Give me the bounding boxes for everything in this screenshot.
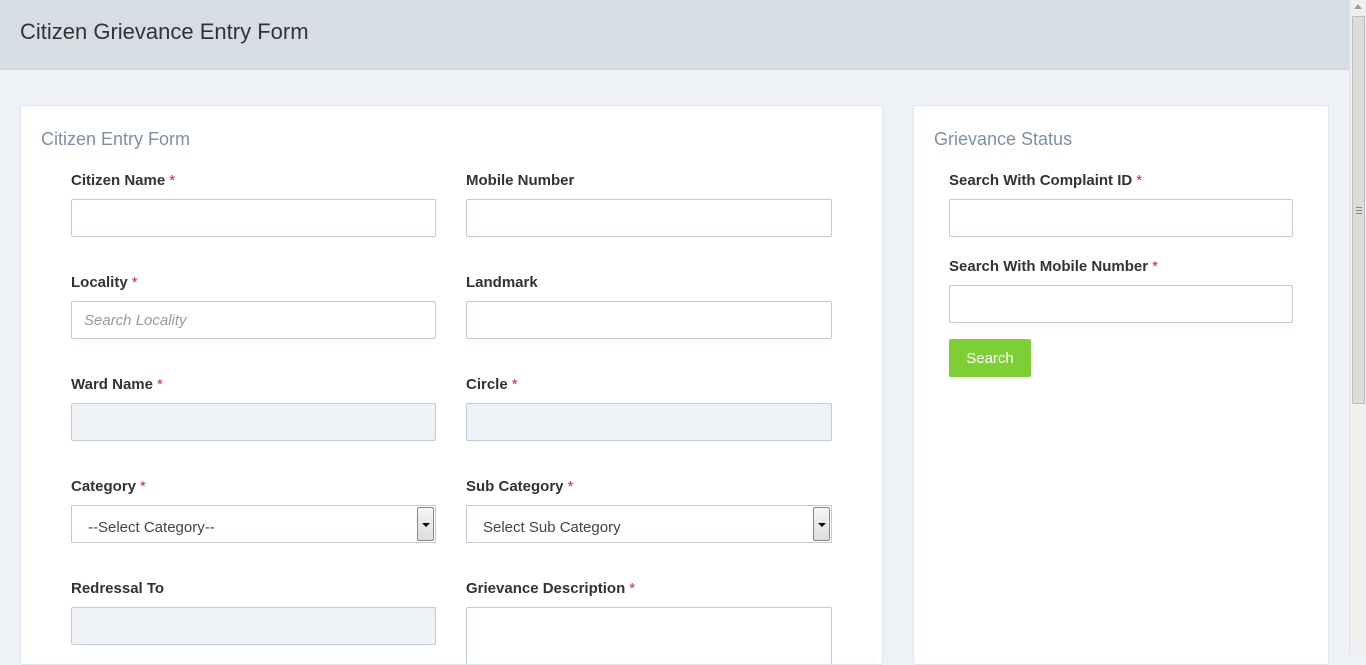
sub-category-select[interactable]: Select Sub Category: [466, 505, 832, 543]
mobile-number-input[interactable]: [466, 199, 832, 237]
locality-search-input[interactable]: [71, 301, 436, 339]
ward-name-input: [71, 403, 436, 441]
grievance-status-panel: Grievance Status Search With Complaint I…: [913, 105, 1329, 665]
complaint-id-label: Search With Complaint ID *: [949, 172, 1143, 189]
redressal-to-input: [71, 607, 436, 645]
category-label: Category *: [71, 478, 146, 495]
status-mobile-input[interactable]: [949, 285, 1293, 323]
status-form-title: Grievance Status: [934, 129, 1073, 149]
locality-label: Locality *: [71, 274, 138, 291]
category-select[interactable]: --Select Category--: [71, 505, 436, 543]
grievance-description-textarea[interactable]: [466, 607, 832, 664]
status-mobile-label: Search With Mobile Number *: [949, 258, 1158, 275]
complaint-id-input[interactable]: [949, 199, 1293, 237]
entry-form-title: Citizen Entry Form: [41, 129, 191, 149]
circle-input: [466, 403, 832, 441]
search-button[interactable]: Search: [949, 339, 1031, 377]
citizen-name-input[interactable]: [71, 199, 436, 237]
citizen-name-label: Citizen Name *: [71, 172, 176, 189]
page-header: Citizen Grievance Entry Form: [0, 0, 1349, 70]
grip-icon: [1356, 207, 1362, 214]
citizen-entry-panel: Citizen Entry Form Citizen Name * Mobile …: [20, 105, 883, 665]
page-scrollbar[interactable]: [1349, 0, 1366, 654]
circle-label: Circle *: [466, 376, 518, 393]
sub-category-selected-value: Select Sub Category: [483, 519, 621, 536]
sub-category-label: Sub Category *: [466, 478, 574, 495]
scroll-thumb[interactable]: [1352, 16, 1365, 404]
redressal-to-label: Redressal To: [71, 580, 165, 597]
category-selected-value: --Select Category--: [88, 519, 215, 536]
ward-name-label: Ward Name *: [71, 376, 163, 393]
grievance-description-label: Grievance Description *: [466, 580, 636, 597]
chevron-down-icon[interactable]: [417, 507, 434, 541]
mobile-number-label: Mobile Number: [466, 172, 575, 189]
landmark-label: Landmark: [466, 274, 538, 291]
page-title: Citizen Grievance Entry Form: [20, 19, 309, 44]
scroll-up-arrow-icon[interactable]: [1354, 4, 1362, 9]
landmark-input[interactable]: [466, 301, 832, 339]
chevron-down-icon[interactable]: [813, 507, 830, 541]
